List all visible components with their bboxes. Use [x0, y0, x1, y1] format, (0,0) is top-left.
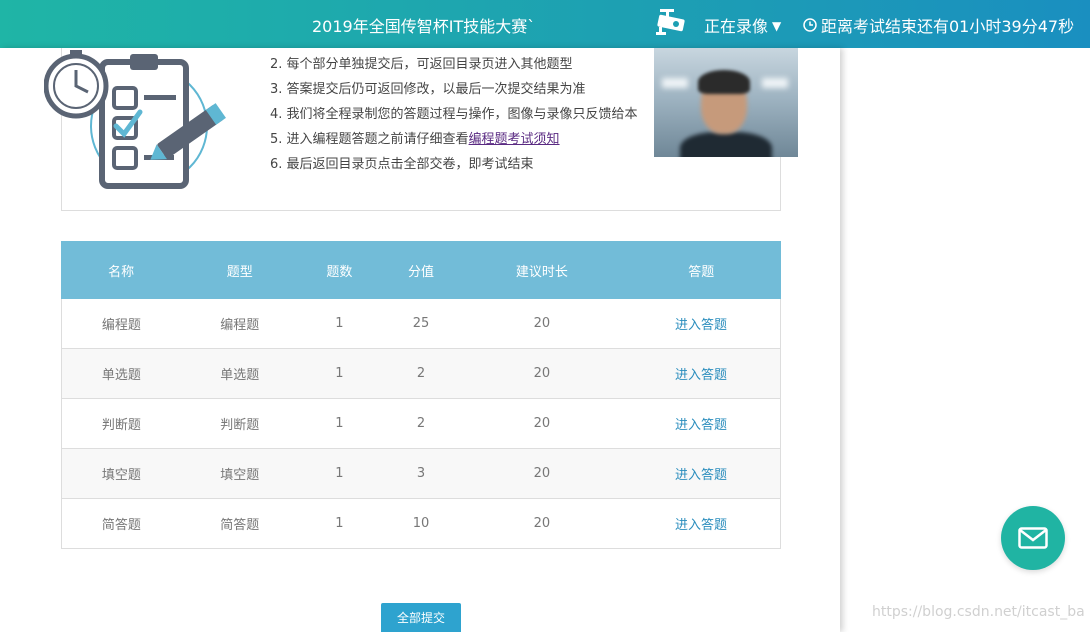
ceiling-light	[762, 78, 788, 88]
cell-duration: 20	[461, 298, 622, 349]
column-header: 分值	[379, 241, 463, 299]
column-header: 答题	[621, 241, 781, 299]
cell-action: 进入答题	[621, 298, 781, 349]
cell-duration: 20	[461, 498, 622, 549]
cell-duration: 20	[461, 398, 622, 449]
timer-text: 距离考试结束还有01小时39分47秒	[821, 17, 1075, 36]
cell-duration: 20	[461, 448, 622, 499]
watermark: https://blog.csdn.net/itcast_ba	[872, 604, 1085, 620]
cell-name: 判断题	[61, 398, 181, 449]
webcam-preview	[654, 48, 798, 157]
rule-item: 6. 最后返回目录页点击全部交卷，即考试结束	[270, 157, 534, 172]
question-table: 名称 题型 题数 分值 建议时长 答题 编程题 编程题 1 25 20 进入答题…	[60, 241, 781, 549]
rules-list: 2. 每个部分单独提交后，可返回目录页进入其他题型 3. 答案提交后仍可返回修改…	[270, 56, 638, 181]
cell-name: 简答题	[61, 498, 181, 549]
cell-name: 单选题	[61, 348, 181, 399]
caret-down-icon: ▼	[772, 19, 782, 33]
cell-type: 填空题	[180, 448, 299, 499]
table-header-row: 名称 题型 题数 分值 建议时长 答题	[60, 241, 781, 299]
cell-count: 1	[298, 398, 381, 449]
cell-type: 编程题	[180, 298, 299, 349]
cell-type: 简答题	[180, 498, 299, 549]
enter-answer-link[interactable]: 进入答题	[675, 368, 727, 383]
cell-action: 进入答题	[621, 498, 781, 549]
table-row: 判断题 判断题 1 2 20 进入答题	[61, 398, 781, 449]
top-bar: 2019年全国传智杯IT技能大赛` 正在录像 ▼ 距离考试结束还有01小时39分4…	[0, 0, 1090, 48]
table-row: 单选题 单选题 1 2 20 进入答题	[61, 348, 781, 399]
cell-action: 进入答题	[621, 348, 781, 399]
enter-answer-link[interactable]: 进入答题	[675, 418, 727, 433]
rule-item: 2. 每个部分单独提交后，可返回目录页进入其他题型	[270, 57, 573, 72]
cell-score: 10	[380, 498, 462, 549]
cell-name: 编程题	[61, 298, 181, 349]
clipboard-illustration	[44, 50, 226, 189]
cell-duration: 20	[461, 348, 622, 399]
enter-answer-link[interactable]: 进入答题	[675, 318, 727, 333]
cell-name: 填空题	[61, 448, 181, 499]
programming-notice-link[interactable]: 编程题考试须知	[469, 132, 560, 147]
page-title: 2019年全国传智杯IT技能大赛`	[312, 17, 536, 36]
enter-answer-link[interactable]: 进入答题	[675, 518, 727, 533]
cell-action: 进入答题	[621, 398, 781, 449]
cell-count: 1	[298, 298, 381, 349]
cell-count: 1	[298, 498, 381, 549]
cell-score: 2	[380, 398, 462, 449]
column-header: 建议时长	[461, 241, 623, 299]
exam-timer: 距离考试结束还有01小时39分47秒	[803, 13, 1074, 37]
cell-count: 1	[298, 448, 381, 499]
person-body	[680, 132, 772, 157]
camera-icon	[656, 9, 685, 35]
column-header: 题数	[298, 241, 381, 299]
mail-icon	[1018, 527, 1048, 549]
column-header: 名称	[60, 241, 182, 299]
cell-score: 3	[380, 448, 462, 499]
recording-label: 正在录像	[704, 17, 769, 36]
recording-status[interactable]: 正在录像 ▼	[704, 13, 781, 37]
table-row: 简答题 简答题 1 10 20 进入答题	[61, 498, 781, 549]
clock-icon	[803, 18, 817, 32]
cell-action: 进入答题	[621, 448, 781, 499]
cell-score: 2	[380, 348, 462, 399]
cell-type: 单选题	[180, 348, 299, 399]
enter-answer-link[interactable]: 进入答题	[675, 468, 727, 483]
table-row: 编程题 编程题 1 25 20 进入答题	[61, 298, 781, 349]
cell-type: 判断题	[180, 398, 299, 449]
submit-all-button[interactable]: 全部提交	[381, 603, 461, 632]
person-hair	[698, 70, 750, 94]
rule-item: 5. 进入编程题答题之前请仔细查看编程题考试须知	[270, 131, 638, 156]
message-button[interactable]	[1001, 506, 1065, 570]
cell-score: 25	[380, 298, 462, 349]
rule-item: 4. 我们将全程录制您的答题过程与操作，图像与录像只反馈给本	[270, 107, 638, 122]
rule-item: 3. 答案提交后仍可返回修改，以最后一次提交结果为准	[270, 82, 586, 97]
table-row: 填空题 填空题 1 3 20 进入答题	[61, 448, 781, 499]
cell-count: 1	[298, 348, 381, 399]
rule-text: 5. 进入编程题答题之前请仔细查看	[270, 132, 469, 147]
column-header: 题型	[180, 241, 300, 299]
ceiling-light	[662, 78, 688, 88]
